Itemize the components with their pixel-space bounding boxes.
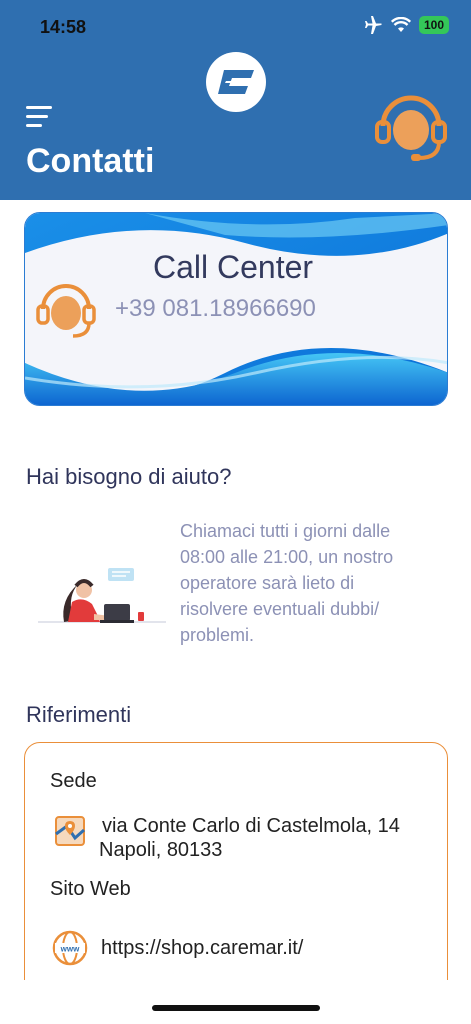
website-link[interactable]: https://shop.caremar.it/: [101, 937, 303, 960]
address-line-2: Napoli, 80133: [99, 839, 223, 861]
menu-line: [26, 115, 48, 118]
references-section-title: Riferimenti: [26, 702, 132, 727]
wifi-icon: [390, 17, 411, 32]
bottom-safe-area: [0, 980, 471, 1024]
operator-illustration: [38, 568, 166, 623]
help-text-line: risolvere eventuali dubbi/: [180, 599, 380, 619]
menu-button[interactable]: [26, 106, 54, 130]
headset-icon[interactable]: [373, 88, 449, 164]
sede-label: Sede: [50, 770, 97, 792]
call-center-card[interactable]: Call Center +39 081.18966690: [24, 212, 448, 406]
status-icons: 100: [363, 16, 449, 34]
help-text-line: operatore sarà lieto di: [180, 573, 355, 593]
status-time: 14:58: [40, 17, 87, 37]
help-text-line: 08:00 alle 21:00, un nostro: [180, 547, 394, 567]
app-header: 14:58 100 Contatti: [0, 0, 471, 200]
logo-mark: [218, 70, 254, 94]
call-center-phone[interactable]: +39 081.18966690: [115, 295, 316, 323]
help-text-line: Chiamaci tutti i giorni dalle: [180, 521, 391, 541]
page-title: Contatti: [26, 142, 155, 180]
address: via Conte Carlo di Castelmola, 14 Napoli…: [99, 814, 400, 862]
airplane-icon: [364, 16, 382, 34]
svg-text:www: www: [60, 945, 80, 954]
status-bar: 14:58 100: [0, 0, 471, 52]
web-label: Sito Web: [50, 878, 131, 900]
menu-line: [26, 106, 52, 109]
help-section-title: Hai bisogno di aiuto?: [26, 464, 232, 489]
help-text-line: problemi.: [180, 625, 255, 645]
globe-icon: www: [52, 930, 88, 966]
battery-indicator: 100: [418, 16, 449, 34]
help-description: Chiamaci tutti i giorni dalle 08:00 alle…: [180, 518, 420, 648]
call-center-title: Call Center: [153, 249, 314, 285]
address-line-1: via Conte Carlo di Castelmola, 14: [102, 815, 400, 837]
caremar-logo: [206, 52, 266, 112]
map-icon: [55, 816, 85, 846]
menu-line: [26, 124, 42, 127]
headset-icon: [36, 284, 96, 338]
home-indicator[interactable]: [152, 1005, 320, 1011]
